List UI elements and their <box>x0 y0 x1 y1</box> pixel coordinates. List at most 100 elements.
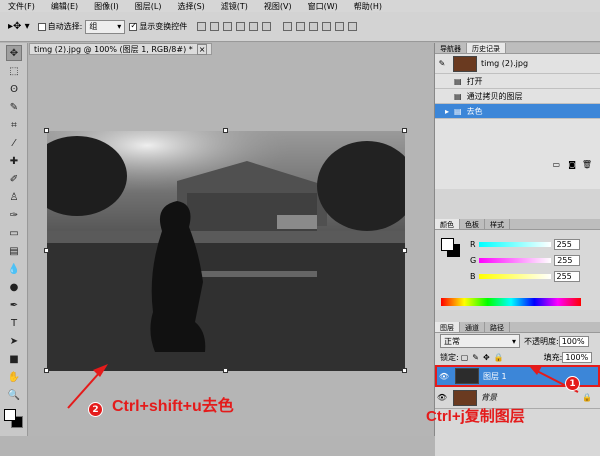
slider-blue[interactable]: B 255 <box>470 268 600 284</box>
opacity-input[interactable]: 100% <box>558 335 589 347</box>
red-value-input[interactable]: 255 <box>553 238 580 250</box>
close-icon[interactable]: × <box>196 43 208 55</box>
lock-transparent-icon[interactable]: ▢ <box>461 353 469 362</box>
transform-handle[interactable] <box>402 368 407 373</box>
tab-layers[interactable]: 图层 <box>435 322 460 332</box>
move-tool-icon[interactable]: ▸✥ ▾ <box>8 21 30 32</box>
brush-tool-icon[interactable]: ✐ <box>6 171 22 187</box>
tab-color[interactable]: 颜色 <box>435 219 460 229</box>
lock-all-icon[interactable]: 🔒 <box>494 353 504 362</box>
history-brush-icon[interactable]: ✎ <box>435 59 449 68</box>
distribute-center-icon[interactable] <box>335 22 345 31</box>
history-panel: ✎ timg (2).jpg ▤ 打开 ▤ 通过拷贝的图层 ▸ ▤ 去色 ▭ ◙ … <box>435 54 600 189</box>
distribute-bottom-icon[interactable] <box>309 22 319 31</box>
slider-red[interactable]: R 255 <box>470 236 600 252</box>
hand-tool-icon[interactable]: ✋ <box>6 369 22 385</box>
align-top-icon[interactable] <box>197 22 207 31</box>
eyedropper-tool-icon[interactable]: ⁄ <box>6 135 22 151</box>
delete-icon[interactable]: 🗑 <box>582 160 592 169</box>
tab-history[interactable]: 历史记录 <box>467 43 506 53</box>
tab-channels[interactable]: 通道 <box>460 322 485 332</box>
document-tab[interactable]: timg (2).jpg @ 100% (图层 1, RGB/8#) * × <box>29 43 213 55</box>
healing-brush-tool-icon[interactable]: ✚ <box>6 153 22 169</box>
green-value-input[interactable]: 255 <box>554 254 581 266</box>
align-center-icon[interactable] <box>249 22 259 31</box>
red-slider[interactable] <box>478 241 551 247</box>
crop-tool-icon[interactable]: ⌗ <box>6 117 22 133</box>
menu-edit[interactable]: 编辑(E) <box>43 1 86 12</box>
shape-tool-icon[interactable]: ■ <box>6 351 22 367</box>
align-middle-icon[interactable] <box>210 22 220 31</box>
fg-color-swatch[interactable] <box>441 238 454 251</box>
tab-navigator[interactable]: 导航器 <box>435 43 467 53</box>
move-tool-icon[interactable]: ✥ <box>6 45 22 61</box>
eye-icon[interactable]: 👁 <box>435 393 449 402</box>
clone-stamp-tool-icon[interactable]: ♙ <box>6 189 22 205</box>
distribute-right-icon[interactable] <box>348 22 358 31</box>
blue-slider[interactable] <box>478 273 551 279</box>
new-document-icon[interactable]: ▭ <box>552 160 560 169</box>
auto-select-checkbox[interactable] <box>37 22 46 31</box>
foreground-color-swatch[interactable] <box>4 409 16 421</box>
type-tool-icon[interactable]: T <box>6 315 22 331</box>
transform-handle[interactable] <box>44 128 49 133</box>
history-item-label: 通过拷贝的图层 <box>466 91 523 101</box>
slider-green[interactable]: G 255 <box>470 252 600 268</box>
history-item[interactable]: ▸ ▤ 去色 <box>435 104 600 119</box>
transform-handle[interactable] <box>44 368 49 373</box>
transform-handle[interactable] <box>223 368 228 373</box>
zoom-tool-icon[interactable]: 🔍 <box>6 387 22 403</box>
step-2-badge: 2 <box>88 402 103 417</box>
history-item[interactable]: ▤ 通过拷贝的图层 <box>435 89 600 104</box>
menu-help[interactable]: 帮助(H) <box>346 1 390 12</box>
fill-input[interactable]: 100% <box>562 351 593 363</box>
dodge-tool-icon[interactable]: ● <box>6 279 22 295</box>
transform-handle[interactable] <box>402 128 407 133</box>
history-item[interactable]: ▤ 打开 <box>435 74 600 89</box>
align-left-icon[interactable] <box>236 22 246 31</box>
tab-styles[interactable]: 样式 <box>485 219 510 229</box>
distribute-top-icon[interactable] <box>283 22 293 31</box>
transform-handle[interactable] <box>44 248 49 253</box>
color-spectrum-bar[interactable] <box>441 298 581 306</box>
lock-position-icon[interactable]: ✥ <box>483 353 490 362</box>
blend-mode-dropdown[interactable]: 正常 ▾ <box>440 334 520 348</box>
distribute-left-icon[interactable] <box>322 22 332 31</box>
transform-handle[interactable] <box>223 128 228 133</box>
menu-view[interactable]: 视图(V) <box>256 1 300 12</box>
path-select-tool-icon[interactable]: ➤ <box>6 333 22 349</box>
tab-paths[interactable]: 路径 <box>485 322 510 332</box>
pen-tool-icon[interactable]: ✒ <box>6 297 22 313</box>
menu-image[interactable]: 图像(I) <box>86 1 127 12</box>
lasso-tool-icon[interactable]: ʘ <box>6 81 22 97</box>
align-right-icon[interactable] <box>262 22 272 31</box>
align-bottom-icon[interactable] <box>223 22 233 31</box>
show-transform-checkbox[interactable] <box>129 21 138 31</box>
transform-handle[interactable] <box>402 248 407 253</box>
lock-row: 锁定: ▢ ✎ ✥ 🔒 填充: 100% <box>435 349 600 365</box>
desaturated-photo <box>47 131 405 371</box>
toolbox: ✥ ⬚ ʘ ✎ ⌗ ⁄ ✚ ✐ ♙ ✑ ▭ ▤ 💧 ● ✒ T ➤ ■ ✋ 🔍 <box>0 43 28 436</box>
marquee-tool-icon[interactable]: ⬚ <box>6 63 22 79</box>
gradient-tool-icon[interactable]: ▤ <box>6 243 22 259</box>
green-slider[interactable] <box>479 257 552 263</box>
menu-select[interactable]: 选择(S) <box>169 1 212 12</box>
menu-file[interactable]: 文件(F) <box>0 1 43 12</box>
tab-swatches[interactable]: 色板 <box>460 219 485 229</box>
quick-select-tool-icon[interactable]: ✎ <box>6 99 22 115</box>
menu-window[interactable]: 窗口(W) <box>300 1 346 12</box>
color-swatches[interactable] <box>0 407 27 433</box>
history-snapshot[interactable]: ✎ timg (2).jpg <box>435 54 600 74</box>
new-snapshot-icon[interactable]: ◙ <box>568 160 576 169</box>
history-brush-tool-icon[interactable]: ✑ <box>6 207 22 223</box>
blue-value-input[interactable]: 255 <box>553 270 580 282</box>
canvas-image[interactable] <box>47 131 405 371</box>
eraser-tool-icon[interactable]: ▭ <box>6 225 22 241</box>
menu-layer[interactable]: 图层(L) <box>127 1 170 12</box>
menu-filter[interactable]: 滤镜(T) <box>213 1 256 12</box>
distribute-middle-icon[interactable] <box>296 22 306 31</box>
blur-tool-icon[interactable]: 💧 <box>6 261 22 277</box>
eye-icon[interactable]: 👁 <box>437 372 451 381</box>
auto-select-dropdown[interactable]: 组 ▾ <box>85 19 126 34</box>
lock-pixels-icon[interactable]: ✎ <box>472 353 479 362</box>
